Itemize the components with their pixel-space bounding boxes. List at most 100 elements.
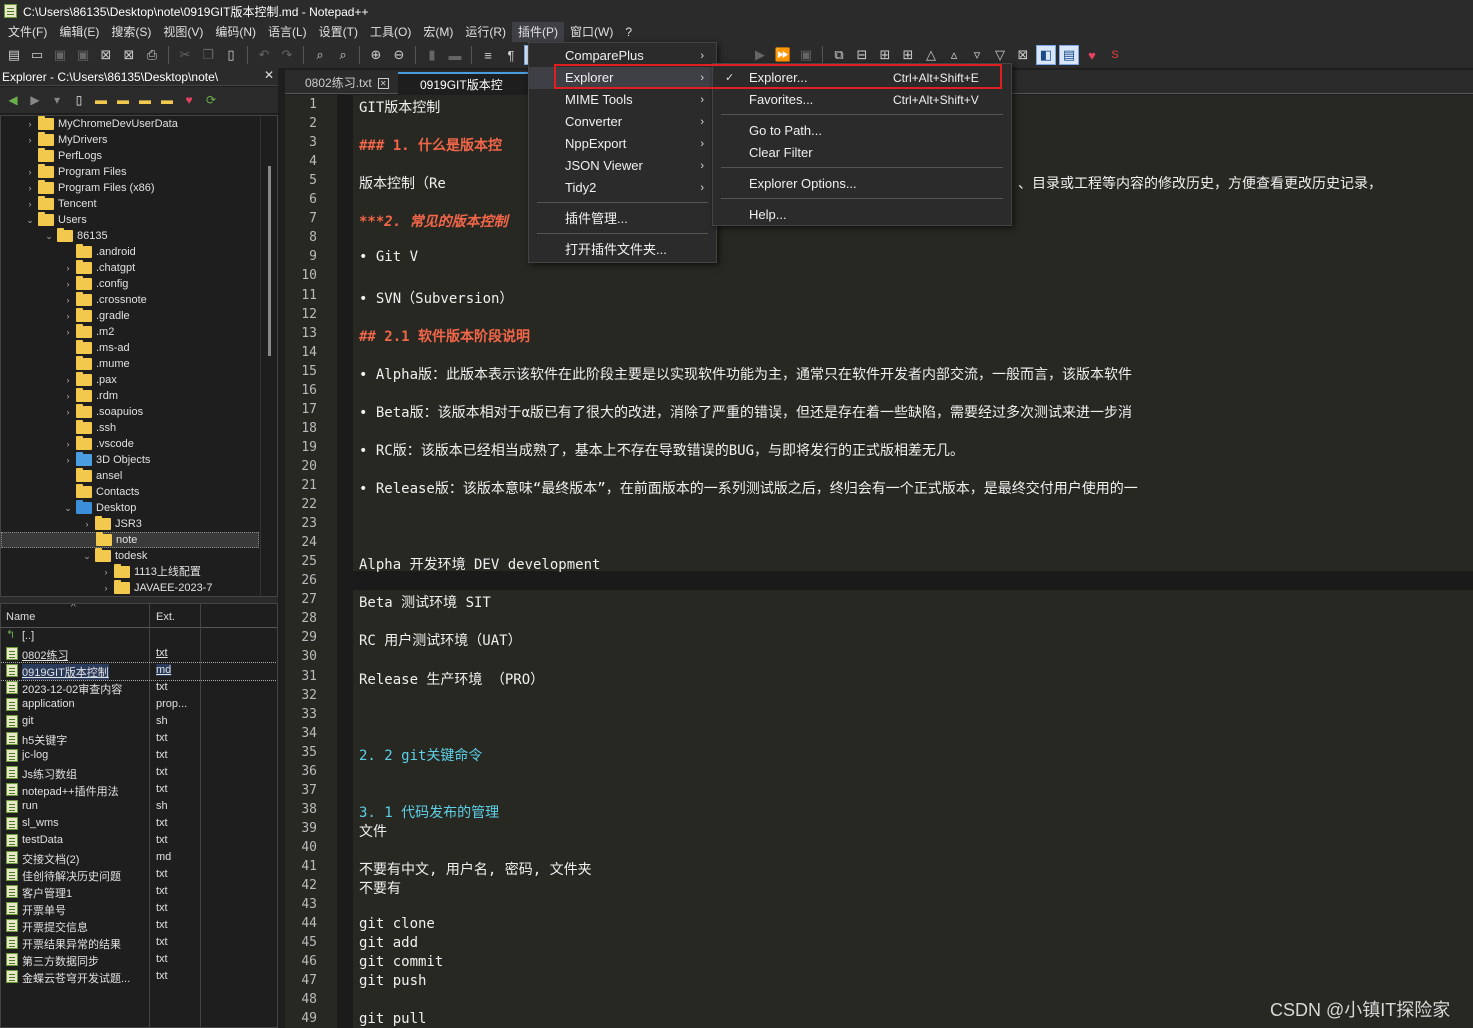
explorer-submenu-item[interactable]: Help... — [713, 204, 1011, 226]
zoom-in-icon[interactable]: ⊕ — [366, 45, 386, 65]
menu-2[interactable]: 搜索(S) — [105, 22, 157, 42]
spell-check-icon[interactable]: S — [1105, 45, 1125, 65]
file-row[interactable]: ↰ [..] — [1, 629, 277, 646]
chevron-right-icon[interactable]: › — [63, 388, 73, 404]
compare-down-icon[interactable]: ▿ — [967, 45, 987, 65]
history-dropdown-icon[interactable]: ▾ — [48, 91, 66, 109]
chevron-right-icon[interactable]: › — [25, 132, 35, 148]
chevron-right-icon[interactable]: › — [63, 308, 73, 324]
explorer-close-icon[interactable]: ✕ — [264, 68, 274, 82]
file-row[interactable]: 0919GIT版本控制 md — [1, 662, 277, 681]
tree-item[interactable]: › 3D Objects — [1, 452, 259, 468]
file-list[interactable]: ^ Name Ext. ↰ [..] 0802练习 txt 0919GIT版本控制 md 2… — [0, 603, 278, 1028]
menu-6[interactable]: 设置(T) — [313, 22, 364, 42]
editor-area[interactable]: 1 GIT版本控制 2 3 ### 1. 什么是版本控 4 5 版本控制（Re 6 7 ***2.… — [285, 95, 1473, 1028]
menu-7[interactable]: 工具(O) — [364, 22, 417, 42]
cut-icon[interactable]: ✂ — [175, 45, 195, 65]
file-row[interactable]: 客户管理1 txt — [1, 884, 277, 901]
code-line[interactable]: git commit — [359, 954, 443, 970]
tree-item[interactable]: .mume — [1, 356, 259, 372]
find-files-icon[interactable]: ▬ — [114, 91, 132, 109]
tree-item[interactable]: › .chatgpt — [1, 260, 259, 276]
tree-item[interactable]: › .crossnote — [1, 292, 259, 308]
menu-12[interactable]: ? — [619, 22, 638, 42]
zoom-out-icon[interactable]: ⊖ — [389, 45, 409, 65]
tree-item[interactable]: .ms-ad — [1, 340, 259, 356]
file-row[interactable]: run sh — [1, 799, 277, 816]
tree-scrollbar-thumb[interactable] — [268, 166, 271, 356]
chevron-right-icon[interactable]: › — [63, 404, 73, 420]
plugin-tool-2-icon[interactable]: ⊟ — [852, 45, 872, 65]
compare-clear-icon[interactable]: ⊠ — [1013, 45, 1033, 65]
tree-item[interactable]: › .soapuios — [1, 404, 259, 420]
explorer-submenu-item[interactable]: Go to Path... — [713, 120, 1011, 142]
file-row[interactable]: testData txt — [1, 833, 277, 850]
code-line[interactable]: ***2. 常见的版本控制 — [359, 211, 508, 231]
file-row[interactable]: jc-log txt — [1, 748, 277, 765]
plugins-menu-item[interactable]: NppExport › — [529, 133, 716, 155]
file-row[interactable]: 交接文档(2) md — [1, 850, 277, 867]
chevron-down-icon[interactable]: ⌄ — [44, 228, 54, 244]
file-row[interactable]: Js练习数组 txt — [1, 765, 277, 782]
tree-item[interactable]: › Program Files (x86) — [1, 180, 259, 196]
code-line[interactable]: git pull — [359, 1011, 426, 1027]
sync-vertical-icon[interactable]: ▮ — [422, 45, 442, 65]
tab-0919git[interactable]: 0919GIT版本控制.m — [398, 72, 528, 114]
chevron-right-icon[interactable]: › — [63, 292, 73, 308]
macro-play-icon[interactable]: ▶ — [750, 45, 770, 65]
file-row[interactable]: 金蝶云苍穹开发试题... txt — [1, 969, 277, 986]
sync-horizontal-icon[interactable]: ▬ — [445, 45, 465, 65]
code-line[interactable]: ## 2.1 软件版本阶段说明 — [359, 326, 530, 346]
menu-8[interactable]: 宏(M) — [417, 22, 459, 42]
chevron-right-icon[interactable]: › — [101, 564, 111, 580]
explorer-submenu-item[interactable]: Explorer Options... — [713, 173, 1011, 195]
file-row[interactable]: 第三方数据同步 txt — [1, 952, 277, 969]
refresh-icon[interactable]: ⟳ — [202, 91, 220, 109]
code-line[interactable]: • Alpha版：此版本表示该软件在此阶段主要是以实现软件功能为主，通常只在软件… — [359, 364, 1132, 384]
tree-item[interactable]: › .rdm — [1, 388, 259, 404]
tree-item[interactable]: › JSR3 — [1, 516, 259, 532]
fold-margin[interactable] — [337, 95, 353, 1028]
code-line[interactable]: 版本控制（Re — [359, 173, 446, 193]
chevron-right-icon[interactable]: › — [25, 196, 35, 212]
explorer-submenu-item[interactable]: Clear Filter — [713, 142, 1011, 164]
menu-1[interactable]: 编辑(E) — [53, 22, 105, 42]
folder-tree[interactable]: › MyChromeDevUserData › MyDrivers PerfLogs › P… — [0, 115, 278, 597]
file-row[interactable]: 0802练习 txt — [1, 646, 277, 663]
code-line[interactable]: 3. 1 代码发布的管理 — [359, 802, 499, 822]
menu-4[interactable]: 编码(N) — [209, 22, 262, 42]
tree-item[interactable]: › Program Files — [1, 164, 259, 180]
show-all-chars-icon[interactable]: ¶ — [501, 45, 521, 65]
tree-item[interactable]: › .m2 — [1, 324, 259, 340]
code-line[interactable]: Alpha 开发环境 DEV development — [359, 554, 600, 574]
tree-item[interactable]: › JAVAEE-2023-7 — [1, 580, 259, 596]
new-file-explorer-icon[interactable]: ▯ — [70, 91, 88, 109]
new-file-icon[interactable]: ▤ — [4, 45, 24, 65]
file-row[interactable]: 2023-12-02审查内容 txt — [1, 680, 277, 697]
plugins-menu-item[interactable]: MIME Tools › — [529, 89, 716, 111]
menu-5[interactable]: 语言(L) — [262, 22, 313, 42]
code-line[interactable]: Release 生产环境 （PRO） — [359, 669, 544, 689]
column-name-header[interactable]: Name — [6, 611, 35, 623]
chevron-right-icon[interactable]: › — [25, 116, 35, 132]
compare-prev-icon[interactable]: △ — [921, 45, 941, 65]
paste-icon[interactable]: ▯ — [221, 45, 241, 65]
code-line[interactable]: 不要有中文, 用户名, 密码, 文件夹 — [359, 859, 592, 879]
code-line[interactable]: 不要有 — [359, 878, 401, 898]
file-row[interactable]: 开票结果异常的结果 txt — [1, 935, 277, 952]
tree-item[interactable]: ⌄ todesk — [1, 548, 259, 564]
tab-0802[interactable]: 0802练习.txt ✕ — [285, 72, 395, 94]
chevron-right-icon[interactable]: › — [63, 324, 73, 340]
chevron-right-icon[interactable]: › — [25, 164, 35, 180]
macro-save-icon[interactable]: ▣ — [796, 45, 816, 65]
file-row[interactable]: application prop... — [1, 697, 277, 714]
compare-up-icon[interactable]: ▵ — [944, 45, 964, 65]
heart-icon[interactable]: ♥ — [1082, 45, 1102, 65]
file-row[interactable]: git sh — [1, 714, 277, 731]
open-file-icon[interactable]: ▭ — [27, 45, 47, 65]
tree-item[interactable]: PerfLogs — [1, 148, 259, 164]
code-line[interactable]: git add — [359, 935, 418, 951]
tree-item[interactable]: › MyChromeDevUserData — [1, 116, 259, 132]
tree-scrollbar[interactable] — [260, 116, 277, 596]
chevron-down-icon[interactable]: ⌄ — [82, 548, 92, 564]
